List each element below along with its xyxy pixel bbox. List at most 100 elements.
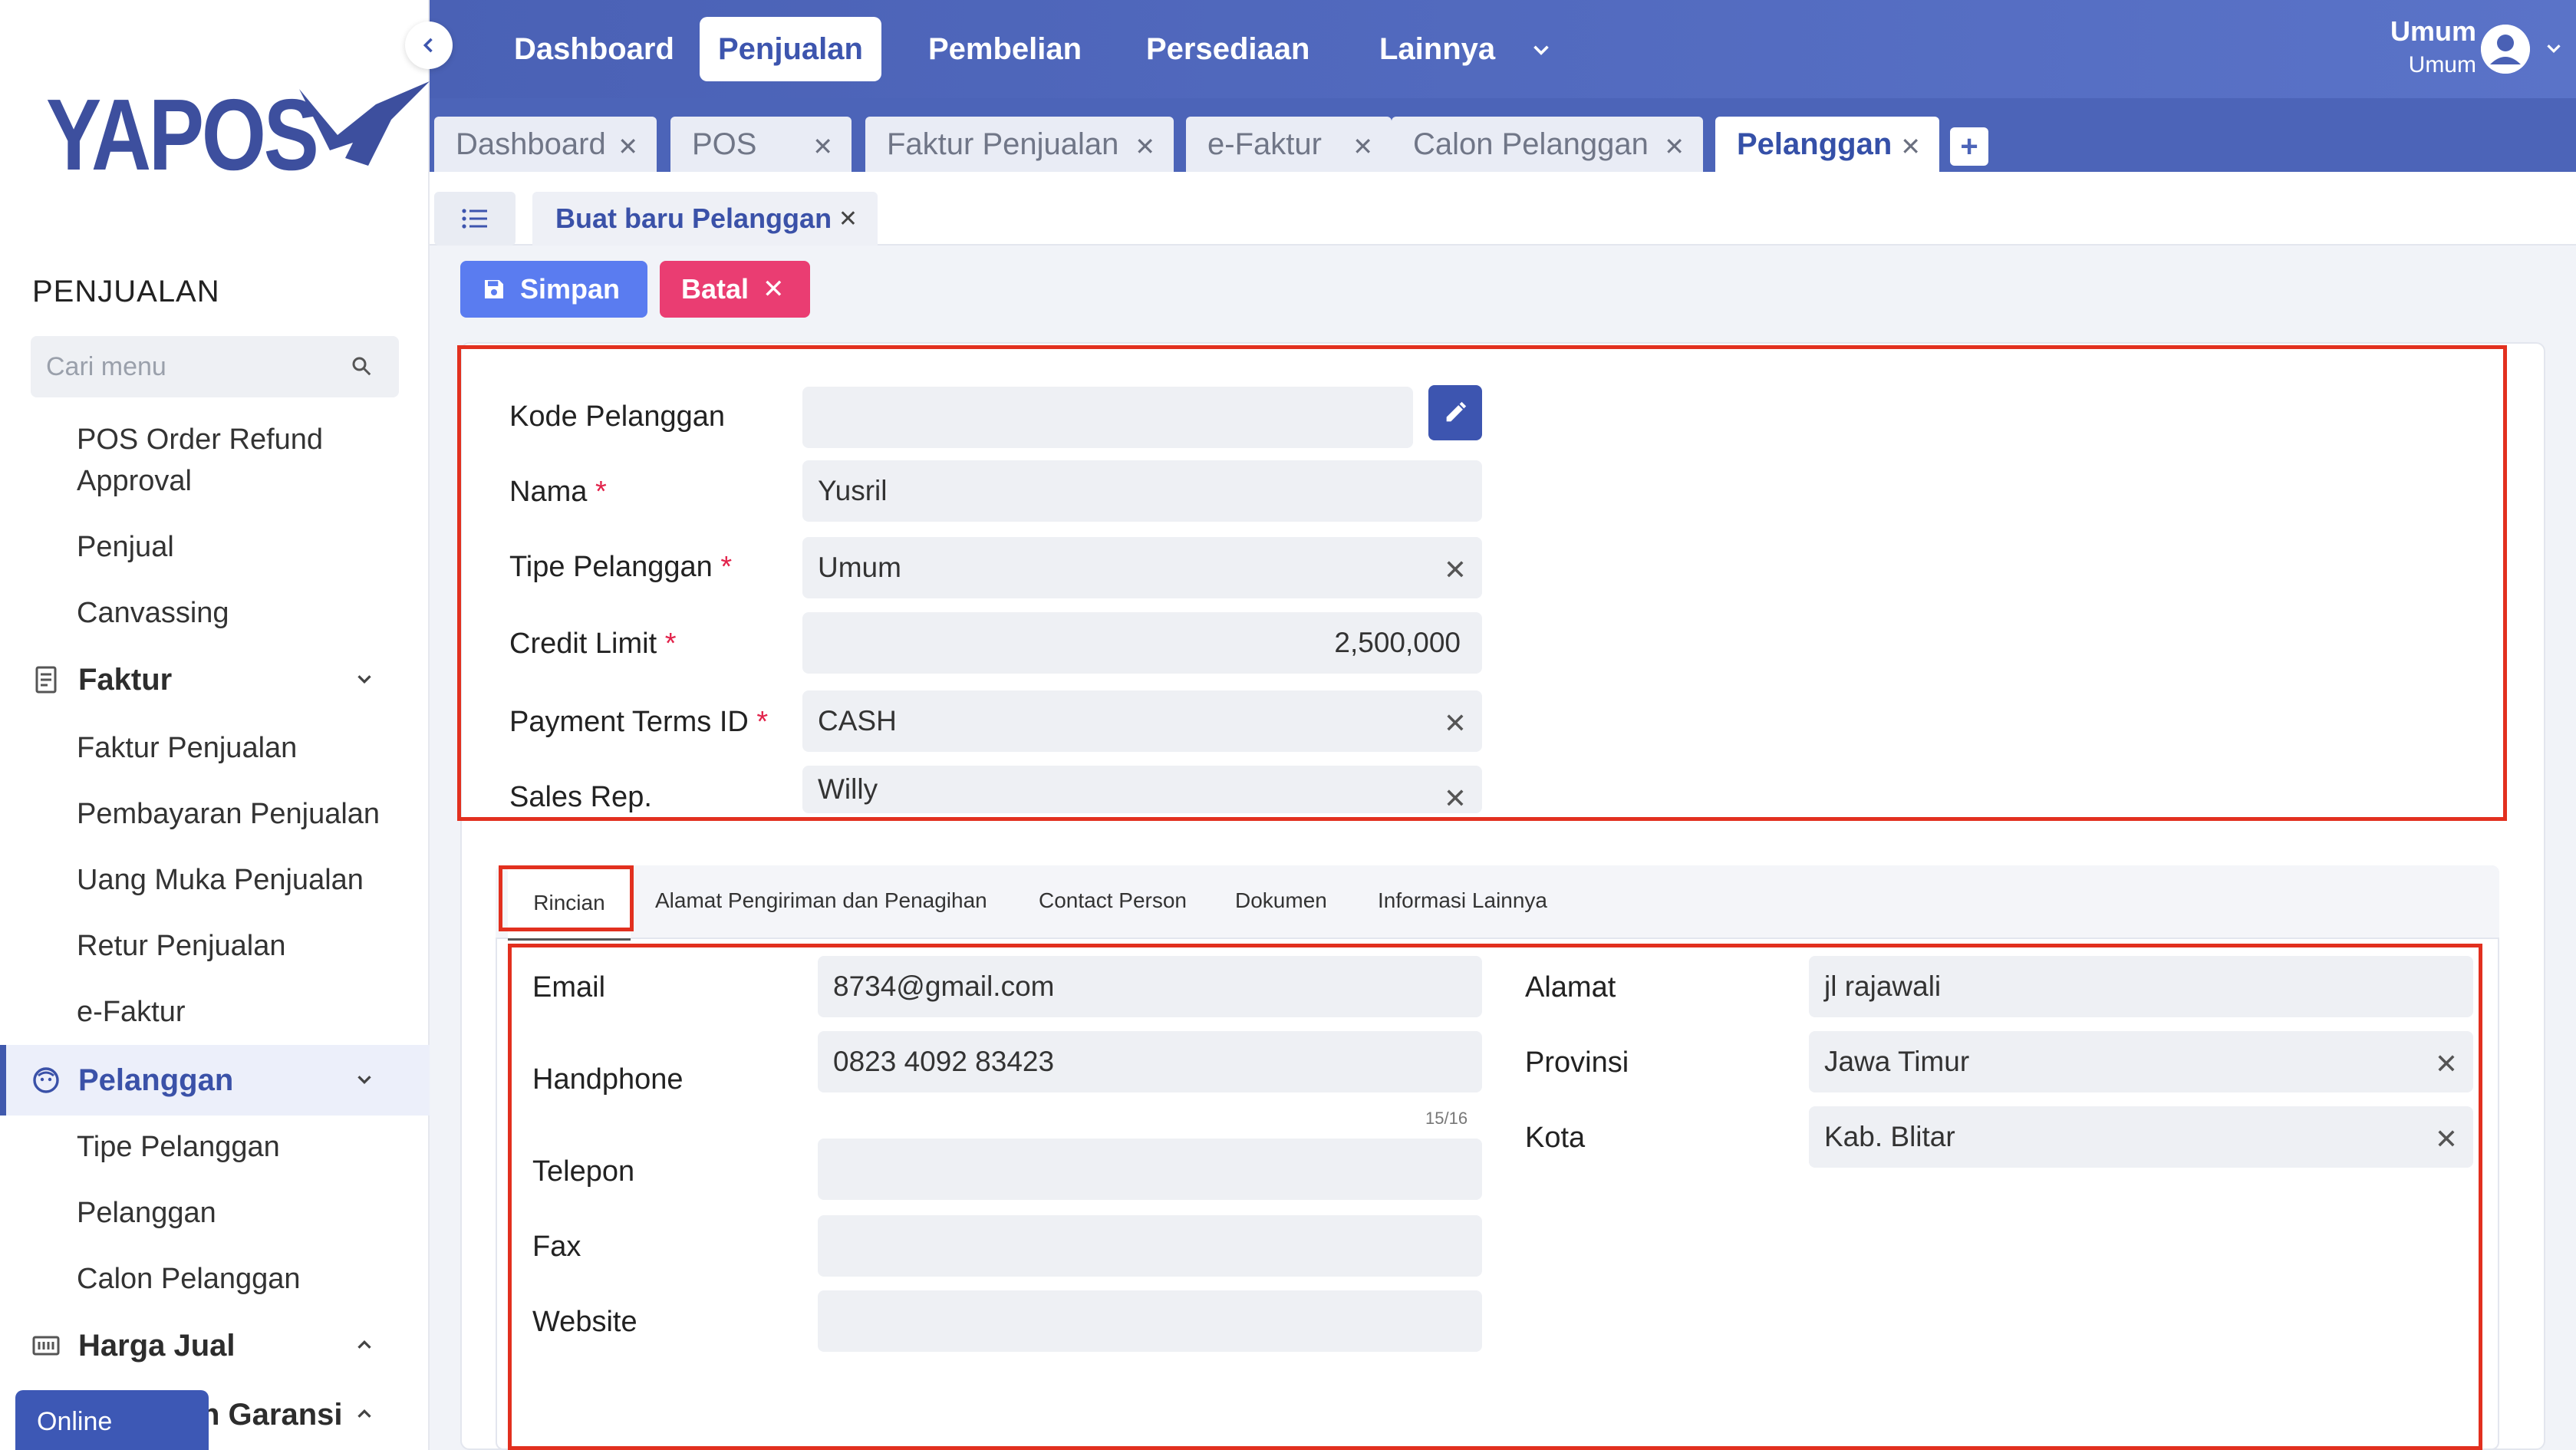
brand-logo: YAPOS [46,77,430,193]
user-avatar-icon [2481,25,2530,74]
chevron-down-icon [357,675,371,684]
close-icon: ✕ [763,275,785,304]
tab-informasi-lainnya[interactable]: Informasi Lainnya [1378,888,1547,913]
tab-e-faktur[interactable]: e-Faktur ✕ [1186,117,1392,172]
close-icon[interactable]: ✕ [812,132,833,161]
kode-pelanggan-field[interactable] [802,387,1413,448]
credit-limit-field[interactable]: 2,500,000 [802,612,1482,674]
cancel-button[interactable]: Batal ✕ [660,261,810,318]
subtab-buat-baru-pelanggan[interactable]: Buat baru Pelanggan ✕ [532,192,878,246]
clear-icon[interactable]: ✕ [1444,707,1467,740]
chevron-down-icon[interactable] [2542,37,2565,60]
tab-calon-pelanggan[interactable]: Calon Pelanggan ✕ [1392,117,1703,172]
clear-icon[interactable]: ✕ [1444,783,1467,813]
save-button[interactable]: Simpan [460,261,647,318]
sidebar-item-pelanggan[interactable]: Pelanggan [77,1192,216,1234]
email-field[interactable]: 8734@gmail.com [818,956,1482,1017]
website-field[interactable] [818,1290,1482,1352]
sidebar-group-pelanggan[interactable]: Pelanggan [31,1057,399,1103]
tab-dokumen[interactable]: Dokumen [1235,888,1327,913]
alamat-field[interactable]: jl rajawali [1809,956,2473,1017]
open-tabs-bar: Dashboard ✕ POS ✕ Faktur Penjualan ✕ e-Fakt… [430,98,2576,172]
chevron-up-icon [357,1340,371,1349]
payment-terms-select[interactable]: CASH ✕ [802,690,1482,752]
kota-value: Kab. Blitar [1824,1121,1955,1152]
close-icon[interactable]: ✕ [1352,132,1373,161]
close-icon[interactable]: ✕ [1664,132,1685,161]
list-icon [462,209,487,229]
provinsi-label: Provinsi [1525,1046,1629,1079]
chevron-down-icon[interactable] [1528,37,1554,63]
sidebar-item-uang-muka-penjualan[interactable]: Uang Muka Penjualan [77,859,364,901]
sales-rep-value: Willy [818,773,878,805]
tab-label: e-Faktur [1207,127,1322,161]
edit-code-button[interactable] [1428,385,1482,440]
sidebar-search-placeholder: Cari menu [46,351,166,381]
nav-dashboard[interactable]: Dashboard [496,17,693,81]
sidebar-group-faktur[interactable]: Faktur [31,657,399,703]
sidebar-group-label: n Garansi [201,1397,343,1432]
required-marker: * [595,476,607,508]
sidebar-item-retur-penjualan[interactable]: Retur Penjualan [77,925,286,967]
clear-icon[interactable]: ✕ [1444,554,1467,586]
kota-select[interactable]: Kab. Blitar ✕ [1809,1106,2473,1168]
telepon-label: Telepon [532,1155,635,1188]
nav-penjualan[interactable]: Penjualan [700,17,881,81]
invoice-icon [31,664,61,695]
tab-dashboard[interactable]: Dashboard ✕ [434,117,657,172]
close-icon[interactable]: ✕ [1135,132,1155,161]
sidebar-item-canvassing[interactable]: Canvassing [77,592,229,634]
sidebar-search-input[interactable]: Cari menu [31,336,399,397]
sidebar: YAPOS PENJUALAN Cari menu POS Order Refu… [0,0,430,1450]
tipe-pelanggan-select[interactable]: Umum ✕ [802,537,1482,598]
tab-label: Pelanggan [1737,127,1892,161]
sidebar-item-pembayaran-penjualan[interactable]: Pembayaran Penjualan [77,793,380,835]
payment-terms-value: CASH [818,705,897,737]
sidebar-item-calon-pelanggan[interactable]: Calon Pelanggan [77,1258,301,1300]
close-icon[interactable]: ✕ [618,132,638,161]
tab-rincian[interactable]: Rincian [508,867,631,941]
nama-field[interactable]: Yusril [802,460,1482,522]
provinsi-select[interactable]: Jawa Timur ✕ [1809,1031,2473,1092]
sidebar-item-e-faktur[interactable]: e-Faktur [77,991,185,1033]
avatar[interactable] [2481,25,2530,74]
sidebar-group-label: Pelanggan [78,1063,234,1097]
close-icon[interactable]: ✕ [838,206,858,232]
clear-icon[interactable]: ✕ [2435,1048,2458,1080]
nav-lainnya[interactable]: Lainnya [1361,17,1514,81]
customer-face-icon [31,1065,61,1096]
sidebar-item-tipe-pelanggan[interactable]: Tipe Pelanggan [77,1126,280,1168]
tab-alamat-pengiriman[interactable]: Alamat Pengiriman dan Penagihan [655,888,987,913]
price-tag-icon [31,1330,61,1361]
plus-icon: + [1960,129,1978,163]
telepon-field[interactable] [818,1139,1482,1200]
sidebar-item-penjual[interactable]: Penjual [77,526,174,568]
save-label: Simpan [520,273,621,305]
handphone-field[interactable]: 0823 4092 83423 [818,1031,1482,1092]
add-tab-button[interactable]: + [1950,127,1988,166]
page-subheader: Buat baru Pelanggan ✕ [430,172,2576,246]
required-marker: * [720,551,733,583]
fax-field[interactable] [818,1215,1482,1277]
char-counter: 15/16 [1425,1109,1468,1128]
nav-pembelian[interactable]: Pembelian [910,17,1100,81]
top-navigation: Dashboard Penjualan Pembelian Persediaan… [430,0,2576,98]
sidebar-item-faktur-penjualan[interactable]: Faktur Penjualan [77,727,297,769]
nav-persediaan[interactable]: Persediaan [1128,17,1328,81]
sidebar-group-harga-jual[interactable]: Harga Jual [31,1323,399,1369]
clear-icon[interactable]: ✕ [2435,1123,2458,1155]
tab-faktur-penjualan[interactable]: Faktur Penjualan ✕ [865,117,1174,172]
tab-pos[interactable]: POS ✕ [670,117,852,172]
close-icon[interactable]: ✕ [1900,132,1921,161]
credit-limit-label: Credit Limit * [509,628,677,660]
online-status-badge[interactable]: Online [15,1390,209,1450]
list-menu-button[interactable] [434,192,516,246]
alamat-label: Alamat [1525,971,1616,1003]
email-label: Email [532,971,606,1003]
user-info[interactable]: Umum Umum [2390,15,2476,78]
sidebar-collapse-button[interactable] [405,21,453,69]
sales-rep-select[interactable]: Willy ✕ [802,766,1482,813]
sidebar-item-pos-refund[interactable]: POS Order Refund Approval [77,419,384,502]
tab-pelanggan[interactable]: Pelanggan ✕ [1715,117,1939,172]
tab-contact-person[interactable]: Contact Person [1039,888,1187,913]
